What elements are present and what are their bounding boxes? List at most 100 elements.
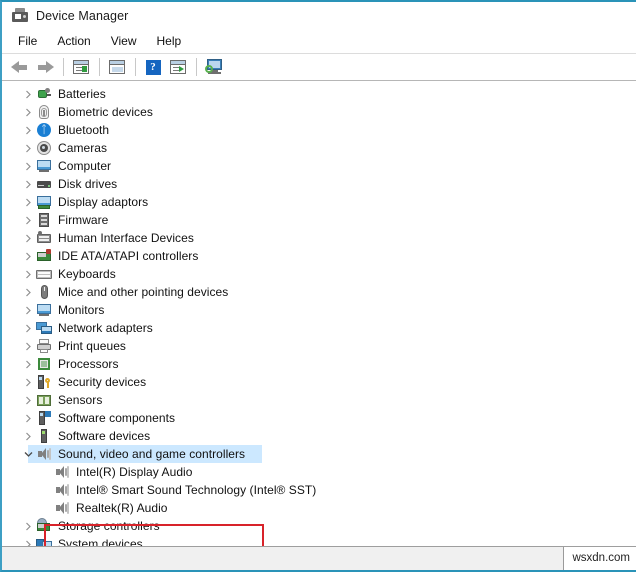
tree-item-label: Realtek(R) Audio	[76, 501, 168, 515]
tree-item-sensors[interactable]: Sensors	[2, 391, 636, 409]
tree-item-label: Network adapters	[58, 321, 153, 335]
chevron-right-icon[interactable]	[20, 540, 36, 546]
forward-arrow-icon	[36, 60, 54, 74]
chevron-right-icon[interactable]	[20, 252, 36, 261]
tree-item-label: Batteries	[58, 87, 106, 101]
tree-item-label: Processors	[58, 357, 119, 371]
chevron-right-icon[interactable]	[20, 90, 36, 99]
tree-item-label: Bluetooth	[58, 123, 110, 137]
tree-item-batteries[interactable]: Batteries	[2, 85, 636, 103]
chevron-right-icon[interactable]	[20, 288, 36, 297]
tree-item-label: Print queues	[58, 339, 126, 353]
device-manager-window: Device Manager File Action View Help ? B…	[0, 0, 636, 572]
menu-item-action[interactable]: Action	[47, 32, 100, 50]
chevron-right-icon[interactable]	[20, 234, 36, 243]
chevron-right-icon[interactable]	[20, 522, 36, 531]
sensor-icon	[36, 392, 52, 408]
chevron-right-icon[interactable]	[20, 378, 36, 387]
tree-item-realtek-audio[interactable]: Realtek(R) Audio	[2, 499, 636, 517]
list-window-icon	[109, 60, 125, 74]
chevron-right-icon[interactable]	[20, 342, 36, 351]
chevron-right-icon[interactable]	[20, 396, 36, 405]
chevron-right-icon[interactable]	[20, 270, 36, 279]
mouse-icon	[36, 284, 52, 300]
battery-icon	[36, 86, 52, 102]
chevron-right-icon[interactable]	[20, 432, 36, 441]
tree-item-system-devices[interactable]: System devices	[2, 535, 636, 546]
security-device-icon	[36, 374, 52, 390]
properties-button[interactable]	[69, 56, 93, 78]
display-adapter-icon	[36, 194, 52, 210]
tree-item-intel-smart-sound-technology[interactable]: Intel® Smart Sound Technology (Intel® SS…	[2, 481, 636, 499]
back-button[interactable]	[8, 56, 32, 78]
tree-item-software-devices[interactable]: Software devices	[2, 427, 636, 445]
update-driver-button[interactable]	[166, 56, 190, 78]
tree-item-biometric-devices[interactable]: Biometric devices	[2, 103, 636, 121]
fingerprint-icon	[36, 104, 52, 120]
chevron-right-icon[interactable]	[20, 324, 36, 333]
tree-item-label: Keyboards	[58, 267, 116, 281]
tree-item-security-devices[interactable]: Security devices	[2, 373, 636, 391]
firmware-chip-icon	[36, 212, 52, 228]
tree-item-display-adaptors[interactable]: Display adaptors	[2, 193, 636, 211]
chevron-down-icon[interactable]	[20, 451, 36, 458]
toolbar-separator	[63, 58, 64, 76]
chevron-right-icon[interactable]	[20, 144, 36, 153]
chevron-right-icon[interactable]	[20, 216, 36, 225]
tree-item-intel-display-audio[interactable]: Intel(R) Display Audio	[2, 463, 636, 481]
processor-icon	[36, 356, 52, 372]
tree-item-firmware[interactable]: Firmware	[2, 211, 636, 229]
tree-item-storage-controllers[interactable]: Storage controllers	[2, 517, 636, 535]
menu-item-help[interactable]: Help	[147, 32, 192, 50]
tree-item-bluetooth[interactable]: ᛏ Bluetooth	[2, 121, 636, 139]
tree-item-monitors[interactable]: Monitors	[2, 301, 636, 319]
menu-item-view[interactable]: View	[101, 32, 147, 50]
chevron-right-icon[interactable]	[20, 126, 36, 135]
bluetooth-icon: ᛏ	[36, 122, 52, 138]
network-adapter-icon	[36, 320, 52, 336]
menu-item-file[interactable]: File	[8, 32, 47, 50]
tree-item-mice-and-other-pointing-devices[interactable]: Mice and other pointing devices	[2, 283, 636, 301]
properties-window-icon	[73, 60, 89, 74]
camera-icon	[36, 140, 52, 156]
tree-item-ide-ata-atapi-controllers[interactable]: IDE ATA/ATAPI controllers	[2, 247, 636, 265]
tree-item-label: Computer	[58, 159, 112, 173]
tree-item-label: Software devices	[58, 429, 151, 443]
tree-item-label: Intel(R) Display Audio	[76, 465, 193, 479]
tree-item-label: Mice and other pointing devices	[58, 285, 229, 299]
chevron-right-icon[interactable]	[20, 180, 36, 189]
chevron-right-icon[interactable]	[20, 162, 36, 171]
chevron-right-icon[interactable]	[20, 198, 36, 207]
help-button[interactable]: ?	[141, 56, 165, 78]
ide-controller-icon	[36, 248, 52, 264]
speaker-icon	[36, 446, 52, 462]
tree-item-cameras[interactable]: Cameras	[2, 139, 636, 157]
storage-controller-icon	[36, 518, 52, 534]
tree-item-disk-drives[interactable]: Disk drives	[2, 175, 636, 193]
speaker-icon	[54, 482, 70, 498]
chevron-right-icon[interactable]	[20, 108, 36, 117]
device-tree[interactable]: Batteries Biometric devices ᛏ Bluetooth …	[2, 81, 636, 546]
chevron-right-icon[interactable]	[20, 414, 36, 423]
title-bar: Device Manager	[2, 2, 636, 29]
tree-item-keyboards[interactable]: Keyboards	[2, 265, 636, 283]
chevron-right-icon[interactable]	[20, 360, 36, 369]
tree-item-computer[interactable]: Computer	[2, 157, 636, 175]
tree-item-label: IDE ATA/ATAPI controllers	[58, 249, 199, 263]
device-manager-icon	[12, 7, 28, 24]
tree-item-label: Human Interface Devices	[58, 231, 194, 245]
scan-hardware-button[interactable]	[202, 56, 226, 78]
chevron-right-icon[interactable]	[20, 306, 36, 315]
tree-item-network-adapters[interactable]: Network adapters	[2, 319, 636, 337]
tree-item-label: Monitors	[58, 303, 105, 317]
tree-item-sound-video-and-game-controllers[interactable]: Sound, video and game controllers	[2, 445, 636, 463]
tree-item-human-interface-devices[interactable]: Human Interface Devices	[2, 229, 636, 247]
back-arrow-icon	[11, 60, 29, 74]
forward-button[interactable]	[33, 56, 57, 78]
tree-item-software-components[interactable]: Software components	[2, 409, 636, 427]
tree-item-processors[interactable]: Processors	[2, 355, 636, 373]
tree-item-print-queues[interactable]: Print queues	[2, 337, 636, 355]
toolbar: ?	[2, 53, 636, 81]
show-hidden-button[interactable]	[105, 56, 129, 78]
tree-item-label: Software components	[58, 411, 176, 425]
